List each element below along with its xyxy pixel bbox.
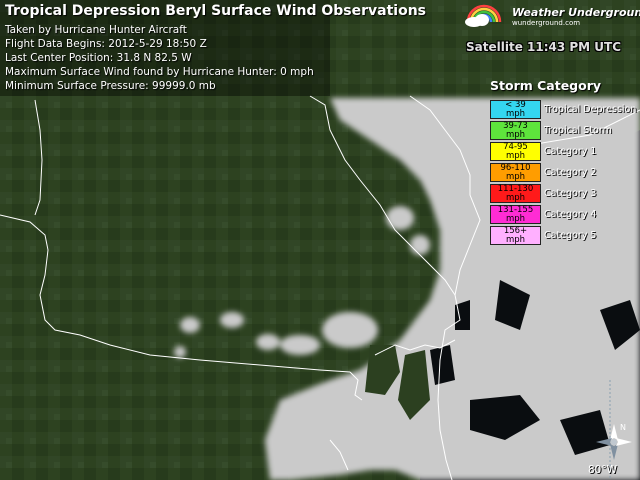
- legend-label: Tropical Storm: [544, 125, 612, 136]
- legend-item: 156+ mph Category 5: [490, 226, 640, 247]
- legend-swatch: 156+ mph: [490, 226, 541, 245]
- legend-title: Storm Category: [490, 78, 602, 93]
- legend-item: 111-130 mph Category 3: [490, 184, 640, 205]
- legend-swatch: < 39 mph: [490, 100, 541, 119]
- legend-item: 39-73 mph Tropical Storm: [490, 121, 640, 142]
- legend-item: < 39 mph Tropical Depression: [490, 100, 640, 121]
- longitude-label: 80°W: [588, 464, 617, 476]
- info-flight-start: Flight Data Begins: 2012-5-29 18:50 Z: [5, 38, 207, 50]
- compass-north-label: N: [620, 423, 626, 432]
- legend-label: Category 1: [544, 146, 597, 157]
- legend-label: Category 4: [544, 209, 597, 220]
- legend-item: 74-95 mph Category 1: [490, 142, 640, 163]
- legend-swatch: 96-110 mph: [490, 163, 541, 182]
- legend-label: Category 5: [544, 230, 597, 241]
- legend-swatch: 74-95 mph: [490, 142, 541, 161]
- info-max-wind: Maximum Surface Wind found by Hurricane …: [5, 66, 314, 78]
- rainbow-cloud-icon: [465, 4, 502, 27]
- compass-rose-icon: N: [596, 423, 632, 460]
- legend-label: Category 3: [544, 188, 597, 199]
- legend-swatch: 39-73 mph: [490, 121, 541, 140]
- info-source: Taken by Hurricane Hunter Aircraft: [5, 24, 187, 36]
- legend-swatch: 111-130 mph: [490, 184, 541, 203]
- satellite-time: Satellite 11:43 PM UTC: [466, 40, 622, 54]
- weather-underground-logo[interactable]: Weather Underground® wunderground.com: [460, 2, 640, 30]
- legend-item: 131-155 mph Category 4: [490, 205, 640, 226]
- legend-swatch: 131-155 mph: [490, 205, 541, 224]
- satellite-map: Tropical Depression Beryl Surface Wind O…: [0, 0, 640, 480]
- legend-item: 96-110 mph Category 2: [490, 163, 640, 184]
- logo-name: Weather Underground®: [512, 6, 640, 19]
- legend-label: Category 2: [544, 167, 597, 178]
- info-center-position: Last Center Position: 31.8 N 82.5 W: [5, 52, 192, 64]
- map-title: Tropical Depression Beryl Surface Wind O…: [5, 3, 427, 19]
- logo-url: wunderground.com: [512, 19, 581, 27]
- legend-label: Tropical Depression: [544, 104, 637, 115]
- info-min-pressure: Minimum Surface Pressure: 99999.0 mb: [5, 80, 216, 92]
